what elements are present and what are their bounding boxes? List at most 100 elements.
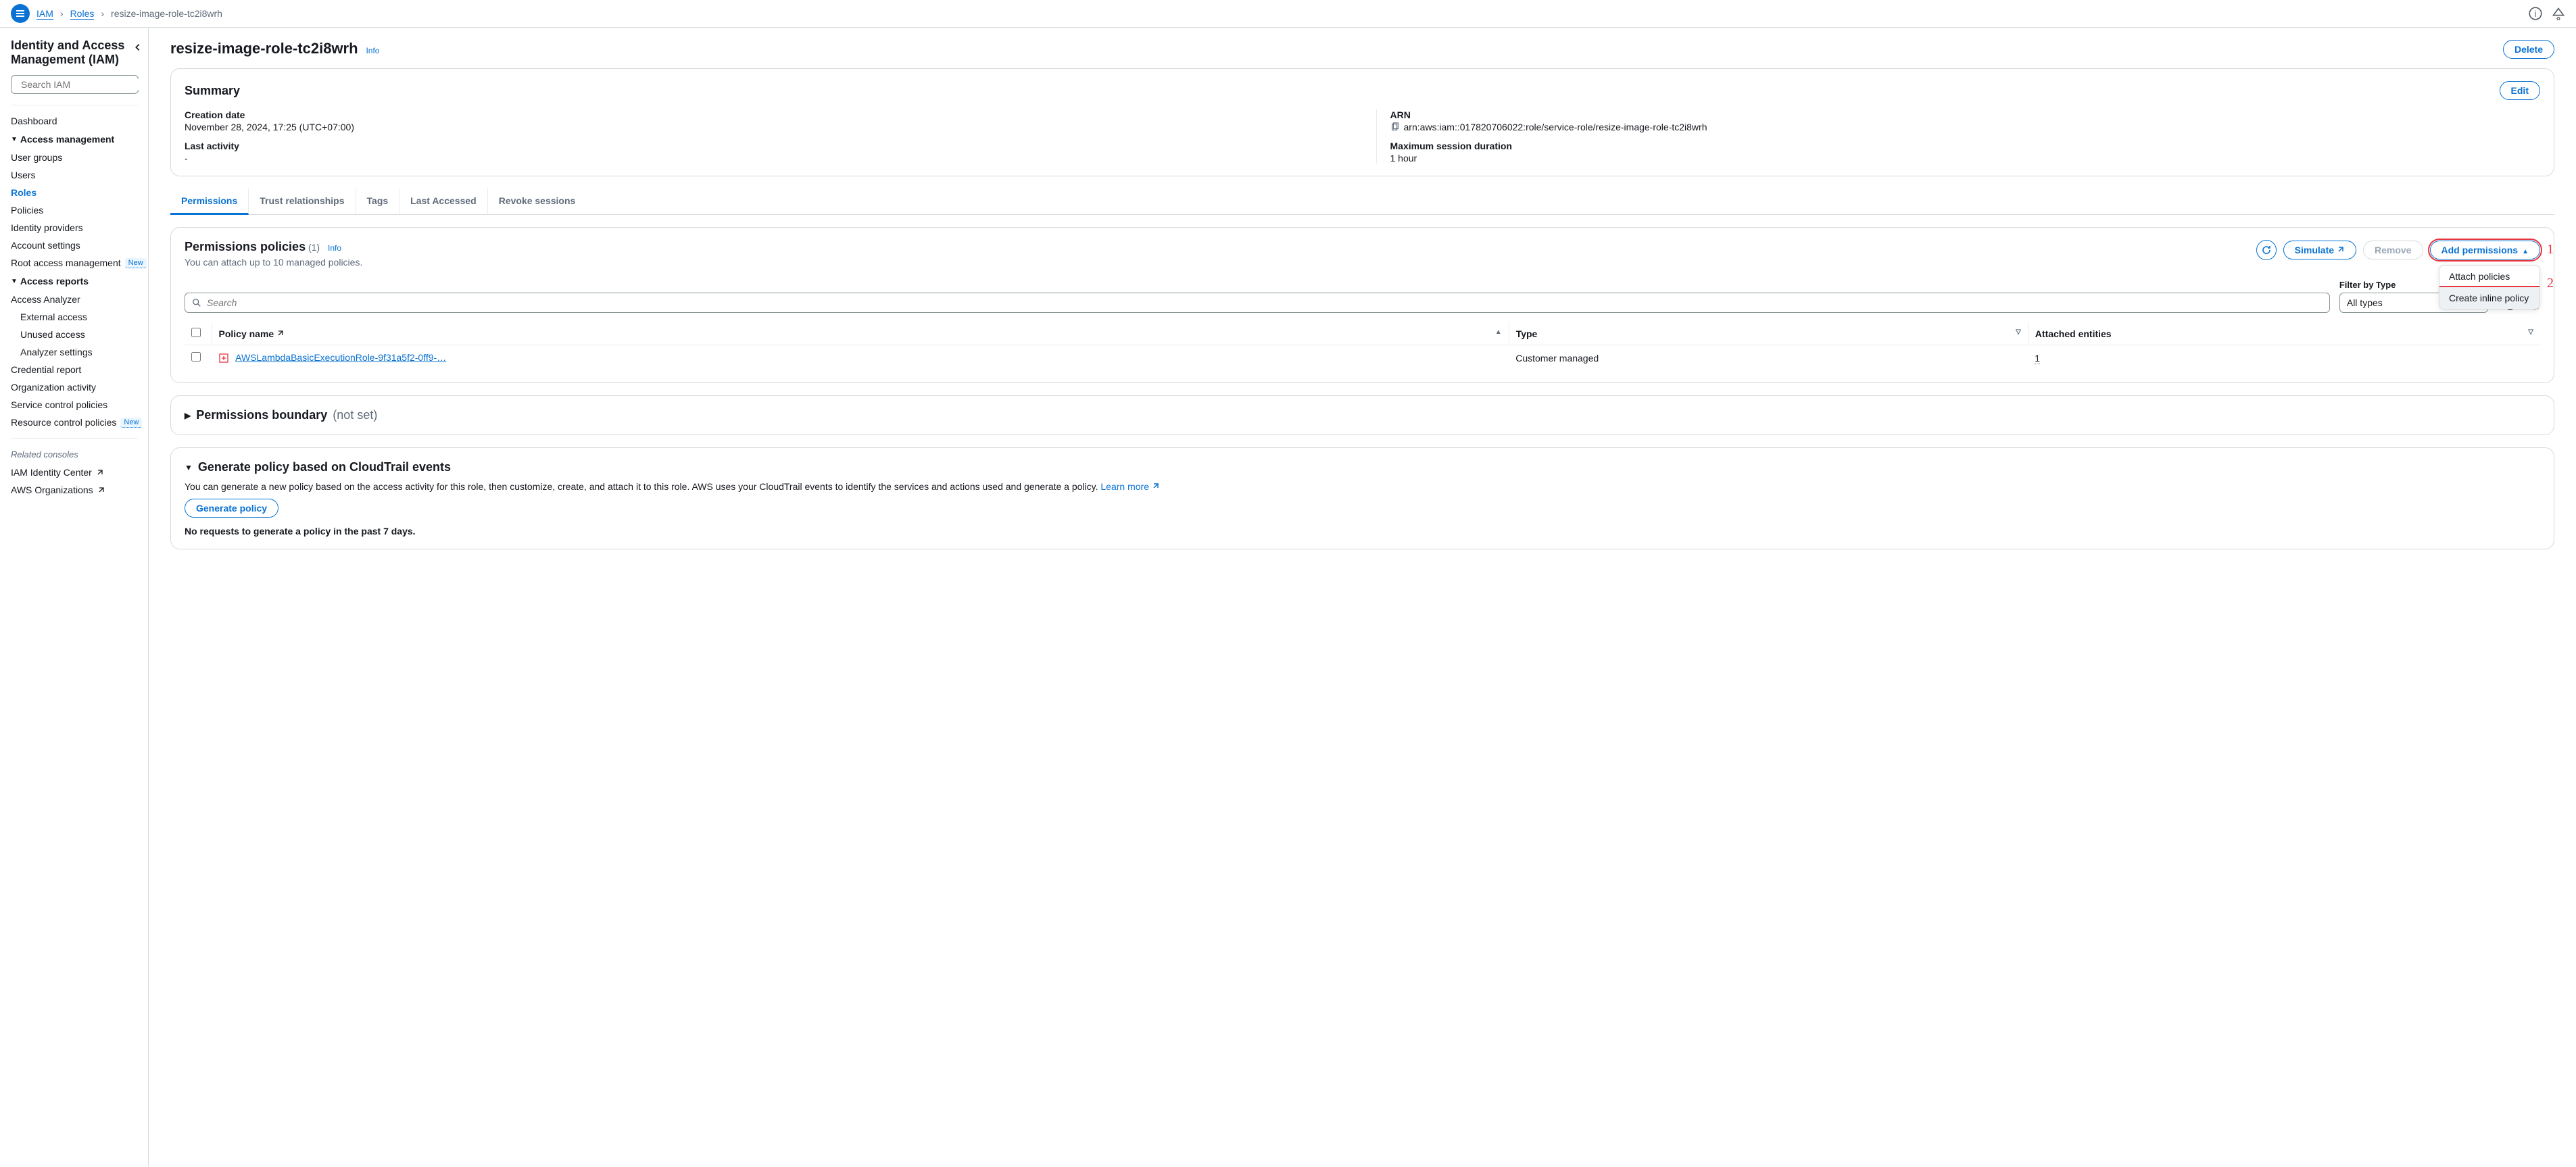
- delete-button[interactable]: Delete: [2503, 40, 2554, 59]
- col-policy-name-label: Policy name: [219, 328, 274, 339]
- filter-type-value: All types: [2347, 297, 2383, 308]
- sort-icon: ▽: [2528, 328, 2533, 336]
- nav-access-management[interactable]: ▼Access management: [11, 130, 148, 149]
- sidebar-search-input[interactable]: [21, 79, 143, 90]
- related-consoles-header: Related consoles: [11, 445, 148, 464]
- caret-down-icon: ▼: [11, 278, 18, 285]
- help-icon[interactable]: i: [2529, 7, 2542, 20]
- nav-roles[interactable]: Roles: [11, 184, 148, 201]
- sidebar-title: Identity and Access Management (IAM): [11, 39, 148, 67]
- generate-toggle[interactable]: ▼ Generate policy based on CloudTrail ev…: [185, 460, 2540, 474]
- refresh-icon: [2261, 245, 2272, 255]
- tab-permissions[interactable]: Permissions: [170, 189, 249, 215]
- topbar: IAM › Roles › resize-image-role-tc2i8wrh…: [0, 0, 2576, 28]
- boundary-toggle[interactable]: ▶ Permissions boundary (not set): [185, 408, 2540, 422]
- nav-scp[interactable]: Service control policies: [11, 396, 148, 414]
- nav-account-settings[interactable]: Account settings: [11, 237, 148, 254]
- perm-info-link[interactable]: Info: [328, 243, 341, 253]
- dropdown-attach-policies[interactable]: Attach policies: [2439, 266, 2539, 287]
- policy-search[interactable]: [185, 293, 2330, 313]
- dropdown-create-inline-policy[interactable]: Create inline policy: [2439, 286, 2540, 309]
- page-header: resize-image-role-tc2i8wrh Info Delete: [170, 40, 2554, 59]
- generate-policy-button[interactable]: Generate policy: [185, 499, 278, 518]
- nav-credential-report[interactable]: Credential report: [11, 361, 148, 378]
- notifications-icon[interactable]: [2552, 7, 2565, 20]
- refresh-button[interactable]: [2256, 240, 2277, 260]
- expand-icon[interactable]: [218, 353, 229, 364]
- caret-down-icon: ▼: [185, 463, 193, 472]
- nav-access-reports-label: Access reports: [20, 276, 89, 287]
- last-activity-label: Last activity: [185, 141, 1349, 151]
- summary-card: Summary Edit Creation date November 28, …: [170, 68, 2554, 176]
- col-policy-name[interactable]: Policy name ▲: [212, 322, 1509, 345]
- nav-external-access[interactable]: External access: [20, 308, 148, 326]
- max-session-label: Maximum session duration: [1390, 141, 2541, 151]
- breadcrumb-iam[interactable]: IAM: [37, 8, 53, 20]
- nav-access-analyzer[interactable]: Access Analyzer: [11, 291, 148, 308]
- remove-button[interactable]: Remove: [2363, 241, 2423, 259]
- nav-aws-orgs[interactable]: AWS Organizations: [11, 481, 148, 499]
- arn-value: arn:aws:iam::017820706022:role/service-r…: [1404, 122, 1707, 132]
- nav-unused-access[interactable]: Unused access: [20, 326, 148, 343]
- nav-policies[interactable]: Policies: [11, 201, 148, 219]
- sidebar-search[interactable]: [11, 75, 139, 94]
- nav-access-reports[interactable]: ▼Access reports: [11, 272, 148, 291]
- tab-last-accessed[interactable]: Last Accessed: [399, 189, 488, 214]
- col-entities-label: Attached entities: [2035, 328, 2112, 339]
- policy-type: Customer managed: [1509, 345, 2028, 371]
- edit-button[interactable]: Edit: [2500, 81, 2540, 100]
- generate-policy-card: ▼ Generate policy based on CloudTrail ev…: [170, 447, 2554, 549]
- nav-idc-label: IAM Identity Center: [11, 467, 92, 478]
- sidebar-collapse-button[interactable]: [133, 41, 143, 55]
- creation-date-value: November 28, 2024, 17:25 (UTC+07:00): [185, 122, 1349, 132]
- new-badge: New: [125, 258, 147, 268]
- learn-more-link[interactable]: Learn more: [1100, 481, 1159, 492]
- caret-right-icon: ▶: [185, 411, 191, 420]
- nav-dashboard[interactable]: Dashboard: [11, 112, 148, 130]
- col-entities[interactable]: Attached entities ▽: [2028, 322, 2540, 345]
- nav-user-groups[interactable]: User groups: [11, 149, 148, 166]
- nav-org-activity[interactable]: Organization activity: [11, 378, 148, 396]
- hamburger-menu-button[interactable]: [11, 4, 30, 23]
- add-perm-label: Add permissions: [2441, 245, 2519, 255]
- policy-name-link[interactable]: AWSLambdaBasicExecutionRole-9f31a5f2-0ff…: [235, 352, 446, 363]
- external-link-icon: [276, 329, 285, 337]
- tab-trust[interactable]: Trust relationships: [249, 189, 356, 214]
- boundary-title: Permissions boundary: [196, 408, 327, 422]
- policy-search-input[interactable]: [207, 297, 2323, 308]
- annotation-1: 1: [2547, 242, 2554, 257]
- table-row: AWSLambdaBasicExecutionRole-9f31a5f2-0ff…: [185, 345, 2540, 371]
- breadcrumb-roles[interactable]: Roles: [70, 8, 95, 20]
- nav-rcp[interactable]: Resource control policies New: [11, 414, 148, 431]
- info-link[interactable]: Info: [366, 46, 379, 55]
- chevron-left-icon: [133, 43, 143, 52]
- nav-identity-providers[interactable]: Identity providers: [11, 219, 148, 237]
- add-permissions-dropdown: Attach policies Create inline policy: [2439, 265, 2540, 309]
- copy-icon[interactable]: [1390, 122, 1400, 132]
- breadcrumbs: IAM › Roles › resize-image-role-tc2i8wrh: [11, 4, 222, 23]
- nav-root-access[interactable]: Root access management New: [11, 254, 148, 272]
- simulate-button[interactable]: Simulate: [2283, 241, 2356, 259]
- external-link-icon: [97, 486, 105, 494]
- new-badge: New: [120, 418, 142, 428]
- col-type[interactable]: Type▽: [1509, 322, 2028, 345]
- caret-up-icon: ▲: [2522, 248, 2529, 255]
- summary-title: Summary: [185, 84, 240, 98]
- nav-analyzer-settings[interactable]: Analyzer settings: [20, 343, 148, 361]
- simulate-label: Simulate: [2295, 245, 2334, 255]
- perm-subtitle: You can attach up to 10 managed policies…: [185, 257, 362, 268]
- boundary-notset: (not set): [333, 408, 377, 422]
- filter-row: Filter by Type All types ▼ ‹ 1 ›: [185, 280, 2540, 313]
- select-all-checkbox[interactable]: [191, 328, 201, 337]
- sort-icon: ▽: [2016, 328, 2021, 336]
- perm-actions: Simulate Remove Add permissions▲ 1 Attac…: [2256, 240, 2540, 260]
- generate-desc-text: You can generate a new policy based on t…: [185, 481, 1098, 492]
- max-session-value: 1 hour: [1390, 153, 2541, 164]
- row-checkbox[interactable]: [191, 352, 201, 362]
- nav-users[interactable]: Users: [11, 166, 148, 184]
- tab-revoke[interactable]: Revoke sessions: [488, 189, 587, 214]
- tab-tags[interactable]: Tags: [356, 189, 400, 214]
- add-permissions-button[interactable]: Add permissions▲: [2430, 241, 2541, 259]
- external-link-icon: [2337, 245, 2345, 253]
- nav-iam-identity-center[interactable]: IAM Identity Center: [11, 464, 148, 481]
